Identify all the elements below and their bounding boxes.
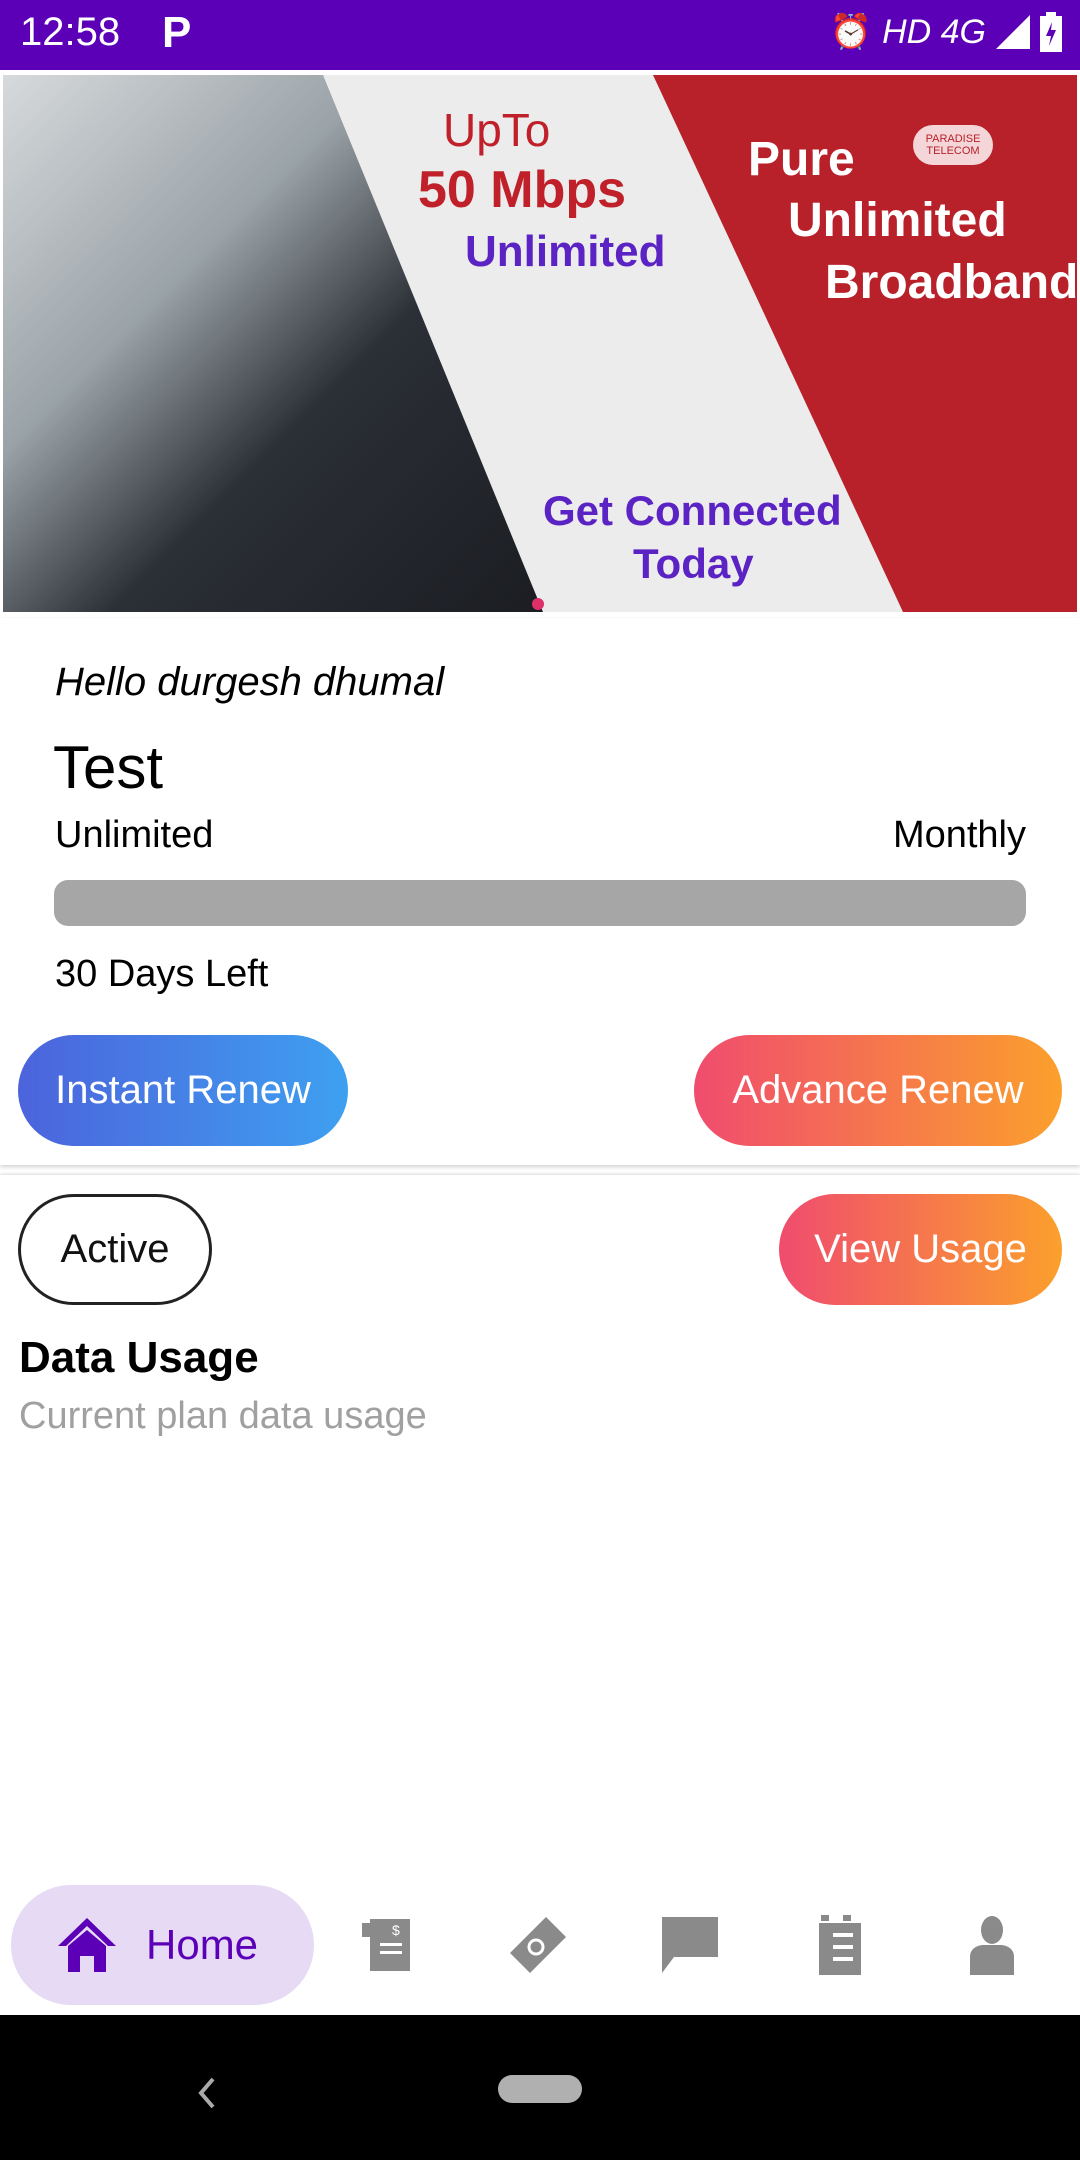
plan-period: Monthly [892, 814, 1026, 856]
banner-text: Broadband [825, 256, 1077, 309]
plan-progress-bar [54, 880, 1026, 926]
banner-logo: PARADISE TELECOM [913, 125, 993, 165]
home-icon [58, 1918, 116, 1972]
battery-charging-icon [1040, 12, 1062, 52]
banner-text: UpTo [443, 104, 551, 156]
clock: 12:58 [20, 10, 121, 54]
home-handle[interactable] [498, 2075, 582, 2103]
promo-banner[interactable]: UpTo 50 Mbps Unlimited Pure Unlimited Br… [3, 75, 1077, 612]
nav-home[interactable]: Home [11, 1885, 314, 2005]
status-bar: 12:58 P ⏰ HD 4G [0, 0, 1080, 70]
signal-icon [996, 15, 1030, 49]
alarm-icon: ⏰ [829, 13, 873, 51]
back-icon[interactable] [195, 2075, 219, 2111]
checklist-icon[interactable] [811, 1915, 871, 1975]
banner-text: Unlimited [465, 227, 666, 276]
instant-renew-button[interactable]: Instant Renew [18, 1035, 348, 1146]
network-label: HD 4G [882, 12, 986, 51]
nav-home-label: Home [146, 1921, 259, 1968]
banner-text: Today [633, 540, 754, 587]
plan-data: Unlimited [55, 814, 214, 856]
view-usage-button[interactable]: View Usage [779, 1194, 1062, 1305]
carousel-indicator[interactable] [532, 598, 544, 610]
greeting: Hello durgesh dhumal [55, 660, 445, 704]
banner-text: Unlimited [788, 194, 1007, 247]
banner-text: Pure [748, 133, 855, 186]
chat-icon[interactable] [660, 1915, 720, 1975]
banner-text: 50 Mbps [418, 161, 627, 219]
ticket-icon[interactable] [508, 1915, 568, 1975]
advance-renew-button[interactable]: Advance Renew [694, 1035, 1062, 1146]
data-usage-subtitle: Current plan data usage [19, 1395, 427, 1437]
days-left: 30 Days Left [55, 953, 269, 995]
plan-name: Test [53, 734, 164, 801]
system-nav-bar [0, 2015, 1080, 2160]
status-icons: ⏰ HD 4G [830, 12, 1062, 52]
bill-icon[interactable]: $ [358, 1915, 418, 1975]
banner-text: Get Connected [543, 487, 842, 534]
status-badge: Active [18, 1194, 212, 1305]
plan-card: Hello durgesh dhumal Test Unlimited Mont… [0, 618, 1080, 1165]
svg-text:$: $ [392, 1922, 400, 1938]
data-usage-title: Data Usage [19, 1333, 259, 1382]
app-notification-icon: P [162, 8, 192, 57]
profile-icon[interactable] [962, 1915, 1022, 1975]
